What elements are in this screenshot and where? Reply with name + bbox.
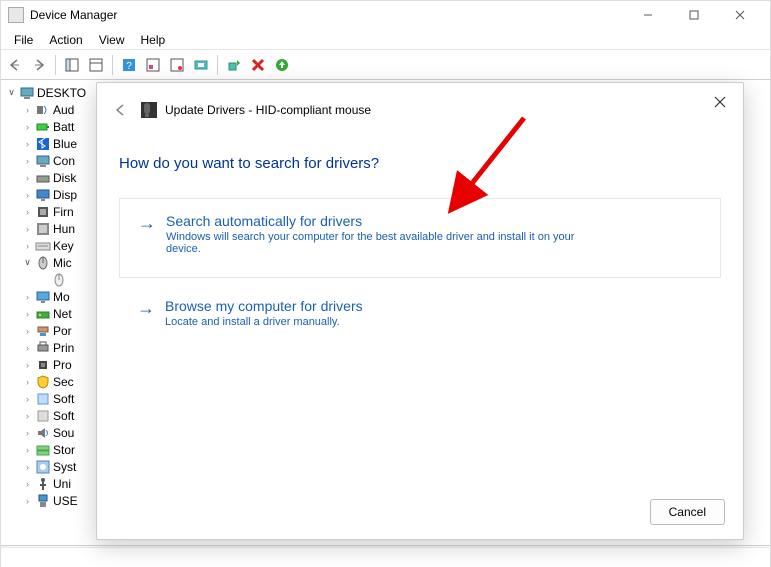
show-hide-button[interactable] — [61, 54, 83, 76]
menubar: File Action View Help — [0, 30, 771, 50]
menu-file[interactable]: File — [6, 31, 41, 49]
option2-title: Browse my computer for drivers — [165, 298, 363, 314]
arrow-right-icon: → — [138, 213, 156, 234]
tree-item-label: Pro — [53, 358, 72, 372]
tree-item-label: Disk — [53, 171, 76, 185]
tree-item-label: Firn — [53, 205, 74, 219]
tree-item-label: Syst — [53, 460, 76, 474]
tree-item-label: Prin — [53, 341, 74, 355]
forward-button[interactable] — [28, 54, 50, 76]
svg-text:?: ? — [126, 61, 132, 72]
action-button2[interactable] — [166, 54, 188, 76]
tree-item-label: Blue — [53, 137, 77, 151]
tree-item-label: Por — [53, 324, 72, 338]
app-icon — [8, 7, 24, 23]
scan-button[interactable] — [190, 54, 212, 76]
dialog-title: Update Drivers - HID-compliant mouse — [165, 103, 731, 117]
option2-desc: Locate and install a driver manually. — [165, 316, 363, 328]
update-driver-button[interactable] — [223, 54, 245, 76]
dialog-title-prefix: Update Drivers - — [165, 103, 256, 117]
dialog-title-device: HID-compliant mouse — [256, 103, 371, 117]
dialog-heading: How do you want to search for drivers? — [119, 155, 721, 172]
help-button[interactable]: ? — [118, 54, 140, 76]
maximize-button[interactable] — [671, 0, 717, 30]
option1-title: Search automatically for drivers — [166, 213, 586, 229]
tree-item-label: Stor — [53, 443, 75, 457]
status-bar — [1, 547, 770, 567]
uninstall-button[interactable] — [247, 54, 269, 76]
dialog-close-button[interactable] — [703, 87, 737, 117]
titlebar: Device Manager — [0, 0, 771, 30]
back-button[interactable] — [4, 54, 26, 76]
properties-button[interactable] — [85, 54, 107, 76]
window-title: Device Manager — [30, 8, 625, 22]
tree-item-label: Net — [53, 307, 72, 321]
toolbar: ? — [0, 50, 771, 80]
device-icon — [141, 102, 157, 118]
tree-item-label: Sou — [53, 426, 74, 440]
menu-action[interactable]: Action — [41, 31, 90, 49]
dialog-body: How do you want to search for drivers? →… — [97, 155, 743, 334]
option-search-automatically[interactable]: → Search automatically for drivers Windo… — [119, 198, 721, 278]
tree-item-label: Soft — [53, 392, 74, 406]
tree-item-label: Uni — [53, 477, 71, 491]
cancel-button[interactable]: Cancel — [650, 499, 725, 525]
tree-item-label: Hun — [53, 222, 75, 236]
tree-item-label: Soft — [53, 409, 74, 423]
enable-button[interactable] — [271, 54, 293, 76]
tree-item-label: Key — [53, 239, 74, 253]
option1-desc: Windows will search your computer for th… — [166, 231, 586, 255]
tree-item-label: Mic — [53, 256, 72, 270]
option-browse-computer[interactable]: → Browse my computer for drivers Locate … — [119, 292, 721, 334]
dialog-back-button[interactable] — [109, 98, 133, 122]
tree-item-label: USE — [53, 494, 78, 508]
tree-item-label: Batt — [53, 120, 74, 134]
action-button1[interactable] — [142, 54, 164, 76]
menu-help[interactable]: Help — [133, 31, 174, 49]
update-drivers-dialog: Update Drivers - HID-compliant mouse How… — [96, 82, 744, 540]
tree-item-label: Mo — [53, 290, 70, 304]
tree-item-label: Disp — [53, 188, 77, 202]
dialog-footer: Cancel — [650, 499, 725, 525]
tree-item-label: Con — [53, 154, 75, 168]
close-button[interactable] — [717, 0, 763, 30]
tree-item-label: Sec — [53, 375, 74, 389]
menu-view[interactable]: View — [91, 31, 133, 49]
dialog-header: Update Drivers - HID-compliant mouse — [97, 83, 743, 137]
tree-item-label: Aud — [53, 103, 74, 117]
minimize-button[interactable] — [625, 0, 671, 30]
arrow-right-icon: → — [137, 298, 155, 319]
